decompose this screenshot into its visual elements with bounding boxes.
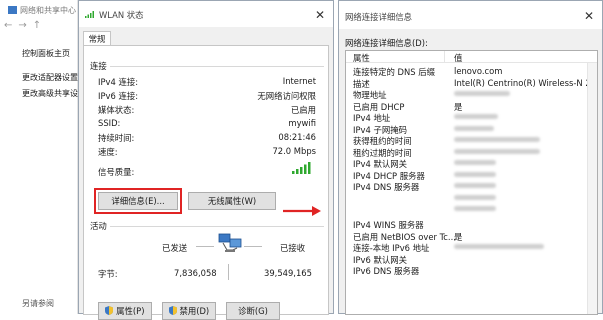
properties-button[interactable]: 属性(P) xyxy=(98,302,152,320)
window-title: 网络和共享中心 xyxy=(8,5,76,16)
redacted-value xyxy=(454,148,540,154)
details-button[interactable]: 详细信息(E)... xyxy=(98,192,178,210)
redacted-value xyxy=(454,160,496,165)
column-header-property[interactable]: 属性 xyxy=(353,52,370,64)
network-activity-icon xyxy=(218,233,242,252)
network-sharing-center-window: 网络和共享中心 ←→↑ 控制面板主页 更改适配器设置 更改高级共享设置 另请参阅 xyxy=(0,0,86,314)
redacted-value xyxy=(454,171,496,177)
list-item: IPv6 DNS 服务器 xyxy=(353,266,420,276)
network-icon xyxy=(8,6,17,14)
wifi-signal-icon xyxy=(85,11,94,18)
list-item: IPv4 子网掩码 xyxy=(346,124,597,136)
list-item: 租约过期的时间 xyxy=(346,147,597,159)
dialog-title: WLAN 状态 xyxy=(99,10,144,20)
window-title: 网络连接详细信息 xyxy=(345,12,412,22)
divider xyxy=(110,226,324,227)
bytes-sent-value: 7,836,058 xyxy=(174,268,217,278)
nav-arrows[interactable]: ←→↑ xyxy=(4,20,47,31)
divider xyxy=(196,246,214,247)
network-connection-details-window: 网络连接详细信息 ✕ 网络连接详细信息(D): 属性 值 连接特定的 DNS 后… xyxy=(338,0,603,315)
redacted-value xyxy=(454,244,544,249)
divider xyxy=(244,246,262,247)
close-icon[interactable]: ✕ xyxy=(313,8,327,22)
side-link-adapter-settings[interactable]: 更改适配器设置 xyxy=(22,72,78,83)
divider xyxy=(228,264,229,280)
row-ipv6-connection: IPv6 连接: 无网络访问权限 xyxy=(98,91,316,101)
list-item: 已启用 DHCP 是 xyxy=(353,101,463,112)
row-signal-quality: 信号质量: xyxy=(98,167,135,177)
list-item xyxy=(346,204,597,216)
redacted-value xyxy=(454,114,498,119)
close-icon[interactable]: ✕ xyxy=(582,9,596,23)
title-bar: WLAN 状态 ✕ xyxy=(79,1,333,27)
list-item: IPv6 默认网关 xyxy=(353,254,407,265)
row-ssid: SSID: mywifi xyxy=(98,118,316,128)
redacted-value xyxy=(454,194,496,200)
divider xyxy=(110,66,324,67)
list-item: IPv4 DNS 服务器 xyxy=(346,181,597,193)
side-link-control-panel[interactable]: 控制面板主页 xyxy=(22,48,70,59)
row-ipv4-connection: IPv4 连接: Internet xyxy=(98,76,316,87)
tab-general[interactable]: 常规 xyxy=(83,31,111,46)
redacted-value xyxy=(454,125,494,131)
received-label: 已接收 xyxy=(280,243,306,253)
activity-group-label: 活动 xyxy=(90,221,107,231)
see-also-label: 另请参阅 xyxy=(22,299,54,308)
list-item: 物理地址 xyxy=(346,89,597,101)
sent-label: 已发送 xyxy=(162,243,188,253)
column-separator xyxy=(444,51,445,63)
list-item: IPv4 默认网关 xyxy=(346,158,597,170)
list-item: 连接-本地 IPv6 地址 xyxy=(346,242,597,254)
disable-button[interactable]: 禁用(D) xyxy=(162,302,216,320)
row-media-state: 媒体状态: 已启用 xyxy=(98,105,316,115)
arrow-right-icon xyxy=(283,206,321,216)
list-header: 属性 值 xyxy=(346,51,597,63)
signal-strength-icon xyxy=(292,162,311,174)
redacted-value xyxy=(454,137,540,142)
side-link-advanced-sharing[interactable]: 更改高级共享设置 xyxy=(22,88,86,99)
list-item: 已启用 NetBIOS over Tc... 是 xyxy=(353,231,463,242)
list-item: 获得租约的时间 xyxy=(346,135,597,147)
redacted-value xyxy=(454,206,496,211)
list-item: 连接特定的 DNS 后缀 lenovo.com xyxy=(353,66,503,77)
list-item: IPv4 WINS 服务器 xyxy=(353,220,424,230)
list-item: IPv4 DHCP 服务器 xyxy=(346,170,597,182)
redacted-value xyxy=(454,183,496,188)
bytes-label: 字节: xyxy=(98,269,118,279)
scrollbar[interactable] xyxy=(587,63,597,314)
details-list[interactable]: 属性 值 连接特定的 DNS 后缀 lenovo.com 描述 Intel(R) C… xyxy=(345,50,598,315)
list-item: IPv4 地址 xyxy=(346,112,597,124)
wlan-status-dialog: WLAN 状态 ✕ 常规 连接 IPv4 连接: Internet IPv6 连接… xyxy=(78,0,334,320)
title-bar: 网络连接详细信息 ✕ xyxy=(339,1,602,29)
general-panel: 连接 IPv4 连接: Internet IPv6 连接: 无网络访问权限 媒体状态… xyxy=(83,45,329,320)
connection-group-label: 连接 xyxy=(90,61,107,71)
redacted-value xyxy=(454,91,510,96)
list-item: 描述 Intel(R) Centrino(R) Wireless-N 2230 xyxy=(353,77,598,89)
list-item xyxy=(346,193,597,205)
row-duration: 持续时间: 08:21:46 xyxy=(98,132,316,143)
diagnose-button[interactable]: 诊断(G) xyxy=(226,302,280,320)
details-caption: 网络连接详细信息(D): xyxy=(345,38,428,48)
wireless-properties-button[interactable]: 无线属性(W) xyxy=(188,192,276,210)
column-header-value[interactable]: 值 xyxy=(454,52,462,64)
row-speed: 速度: 72.0 Mbps xyxy=(98,146,316,157)
bytes-received-value: 39,549,165 xyxy=(264,268,312,278)
